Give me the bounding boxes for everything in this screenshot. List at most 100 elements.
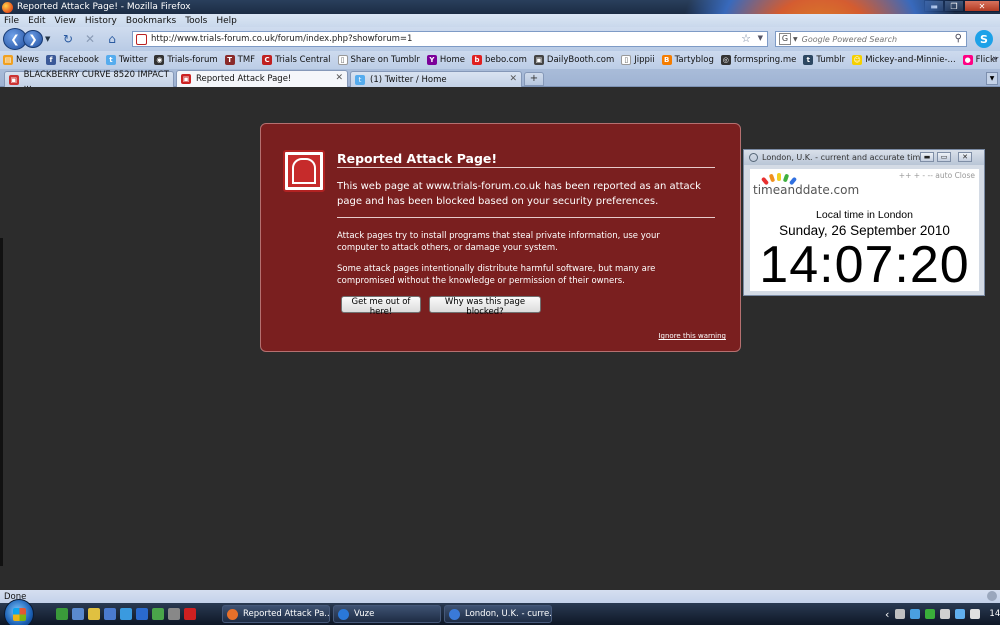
bookmark-label: bebo.com [484, 55, 527, 65]
clock-size-controls[interactable]: ++ + - -- auto Close [899, 171, 975, 180]
quicklaunch-icon[interactable] [152, 608, 164, 620]
widget-maximize-button[interactable]: ▭ [937, 152, 951, 162]
bookmark-item[interactable]: ▣ DailyBooth.com [533, 55, 614, 65]
taskbar-label: London, U.K. - curre... [465, 609, 552, 619]
tray-icon[interactable] [955, 609, 966, 619]
warning-description: This web page at www.trials-forum.co.uk … [337, 181, 701, 207]
tab-close-icon[interactable]: ✕ [335, 73, 343, 83]
why-blocked-button[interactable]: Why was this page blocked? [429, 296, 541, 317]
taskbar-clock-window-button[interactable]: London, U.K. - curre... [444, 605, 552, 623]
time-widget-titlebar[interactable]: London, U.K. - current and accurate time… [744, 150, 984, 165]
tab-favicon-icon: ▣ [181, 74, 191, 84]
tray-icon[interactable] [895, 609, 906, 619]
taskbar-firefox-button[interactable]: Reported Attack Pa... [222, 605, 330, 623]
search-engine-icon[interactable]: G [779, 33, 791, 45]
get-me-out-button[interactable]: Get me out of here! [341, 296, 421, 317]
police-warning-icon [283, 150, 325, 192]
bookmark-icon: B [661, 55, 672, 65]
search-icon[interactable]: ⚲ [955, 33, 962, 44]
vuze-icon [338, 608, 349, 620]
bookmark-item[interactable]: T TMF [224, 55, 256, 65]
tab-list-dropdown-icon[interactable]: ▼ [986, 72, 998, 85]
quicklaunch-icon[interactable] [120, 608, 132, 620]
divider [337, 167, 715, 168]
quicklaunch-icon[interactable] [88, 608, 100, 620]
bookmark-item[interactable]: ☺ Mickey-and-Minnie-... [852, 55, 956, 65]
menu-view[interactable]: View [55, 16, 76, 26]
menu-help[interactable]: Help [216, 16, 237, 26]
bookmark-label: News [16, 55, 39, 65]
skype-icon[interactable]: S [975, 30, 993, 48]
widget-minimize-button[interactable]: ▬ [920, 152, 934, 162]
close-window-button[interactable]: ✕ [964, 0, 1000, 12]
bookmark-item[interactable]: ◎ formspring.me [720, 55, 796, 65]
warning-paragraph: Attack pages try to install programs tha… [337, 231, 660, 253]
bookmark-item[interactable]: t Twitter [105, 55, 147, 65]
tab-twitter-home[interactable]: t (1) Twitter / Home ✕ [350, 71, 522, 87]
title-bar: Reported Attack Page! - Mozilla Firefox … [0, 0, 1000, 14]
tray-icon[interactable] [940, 609, 951, 619]
menu-history[interactable]: History [85, 16, 117, 26]
taskbar-vuze-button[interactable]: Vuze [333, 605, 441, 623]
url-dropdown-icon[interactable]: ▼ [758, 34, 763, 42]
status-grip-icon [987, 591, 997, 601]
forward-button[interactable]: ❯ [23, 30, 43, 48]
history-dropdown-icon[interactable]: ▼ [45, 35, 53, 43]
bookmark-icon: t [803, 55, 814, 65]
quicklaunch-icon[interactable] [136, 608, 148, 620]
tray-icon[interactable] [910, 609, 921, 619]
start-button[interactable] [4, 599, 34, 625]
bookmark-icon: ◎ [720, 55, 731, 65]
bookmark-item[interactable]: t Tumblr [803, 55, 845, 65]
quicklaunch-icon[interactable] [184, 608, 196, 620]
tray-icon[interactable] [925, 609, 936, 619]
attack-warning-box: Reported Attack Page! This web page at w… [260, 123, 741, 352]
timeanddate-logo[interactable]: timeanddate.com [753, 173, 860, 197]
search-engine-dropdown-icon[interactable]: ▼ [793, 36, 798, 43]
menu-bookmarks[interactable]: Bookmarks [126, 16, 176, 26]
bookmark-star-icon[interactable]: ☆ [741, 32, 751, 45]
tray-icon[interactable] [970, 609, 981, 619]
time-widget-window: London, U.K. - current and accurate time… [743, 149, 985, 296]
bookmark-item[interactable]: ▯ Share on Tumblr [337, 55, 420, 65]
new-tab-button[interactable]: + [524, 72, 544, 86]
tab-blackberry[interactable]: ▣ BLACKBERRY CURVE 8520 IMPACT ... [4, 70, 174, 90]
bookmark-item[interactable]: C Trials Central [262, 55, 331, 65]
bookmark-item[interactable]: B Tartyblog [661, 55, 714, 65]
system-clock[interactable]: 14:07 [989, 609, 1000, 619]
bookmark-label: TMF [237, 55, 256, 65]
minimize-button[interactable]: ▬ [924, 0, 944, 12]
reload-icon[interactable]: ↻ [61, 32, 75, 46]
tab-close-icon[interactable]: ✕ [509, 74, 517, 84]
bookmark-item[interactable]: ▤ News [3, 55, 39, 65]
logo-text: timeanddate.com [753, 183, 860, 197]
menu-file[interactable]: File [4, 16, 19, 26]
bookmark-item[interactable]: Y Home [426, 55, 465, 65]
tray-expand-icon[interactable]: ‹ [885, 608, 889, 621]
bookmark-label: Tumblr [816, 55, 846, 65]
time-widget-title: London, U.K. - current and accurate time [762, 153, 926, 162]
quicklaunch-icon[interactable] [104, 608, 116, 620]
quicklaunch-icon[interactable] [168, 608, 180, 620]
home-icon[interactable]: ⌂ [105, 32, 119, 46]
menu-tools[interactable]: Tools [185, 16, 207, 26]
search-input[interactable] [801, 34, 952, 44]
ignore-warning-link[interactable]: Ignore this warning [658, 332, 726, 340]
tab-reported-attack-page[interactable]: ▣ Reported Attack Page! ✕ [176, 70, 348, 87]
bookmark-item[interactable]: ▯ Jippii [621, 55, 655, 65]
bookmarks-overflow-icon[interactable]: » [992, 54, 998, 64]
stop-icon[interactable]: ✕ [83, 32, 97, 46]
maximize-button[interactable]: ❐ [944, 0, 964, 12]
bookmark-item[interactable]: b bebo.com [471, 55, 527, 65]
quicklaunch-icon[interactable] [56, 608, 68, 620]
quicklaunch-icon[interactable] [72, 608, 84, 620]
bookmark-item[interactable]: f Facebook [45, 55, 99, 65]
globe-icon [449, 608, 460, 620]
search-bar[interactable]: G ▼ ⚲ [775, 31, 967, 47]
menu-edit[interactable]: Edit [28, 16, 45, 26]
widget-close-button[interactable]: ✕ [958, 152, 972, 162]
bookmark-icon: ☺ [852, 55, 863, 65]
bookmark-item[interactable]: ◉ Trials-forum [154, 55, 218, 65]
url-text[interactable]: http://www.trials-forum.co.uk/forum/inde… [151, 34, 412, 44]
url-bar[interactable]: http://www.trials-forum.co.uk/forum/inde… [132, 31, 768, 47]
